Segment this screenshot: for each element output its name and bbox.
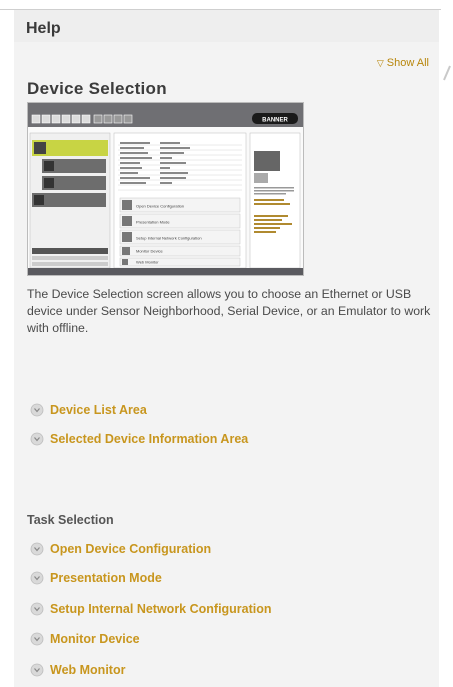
link-device-list-area[interactable]: Device List Area <box>30 401 147 419</box>
link-label: Setup Internal Network Configuration <box>50 602 272 616</box>
link-label: Web Monitor <box>50 663 126 677</box>
expand-bullet-icon <box>30 632 44 646</box>
expand-bullet-icon <box>30 663 44 677</box>
link-label: Selected Device Information Area <box>50 432 249 446</box>
shot-task-1: Open Device Configuration <box>136 204 184 209</box>
expand-bullet-icon <box>30 602 44 616</box>
section-title: Device Selection <box>27 79 167 98</box>
expand-bullet-icon <box>30 571 44 585</box>
triangle-down-icon: ▽ <box>376 58 384 68</box>
show-all-link[interactable]: ▽ Show All <box>377 57 429 69</box>
help-title: Help <box>26 20 61 37</box>
scroll-indicator-icon[interactable] <box>443 64 451 82</box>
link-setup-internal-network-configuration[interactable]: Setup Internal Network Configuration <box>30 600 272 618</box>
link-label: Monitor Device <box>50 632 140 646</box>
link-label: Open Device Configuration <box>50 542 212 556</box>
link-label: Presentation Mode <box>50 571 162 585</box>
device-selection-screenshot: BANNER Open Device Configuration Present… <box>27 102 304 276</box>
shot-task-5: Web Monitor <box>136 260 159 265</box>
link-web-monitor[interactable]: Web Monitor <box>30 661 125 679</box>
shot-task-4: Monitor Device <box>136 249 163 254</box>
device-selection-description: The Device Selection screen allows you t… <box>27 287 431 335</box>
scrollbar[interactable] <box>441 0 453 687</box>
link-selected-device-information-area[interactable]: Selected Device Information Area <box>30 430 248 448</box>
link-presentation-mode[interactable]: Presentation Mode <box>30 569 162 587</box>
banner-logo-text: BANNER <box>262 118 288 124</box>
task-selection-heading: Task Selection <box>27 513 114 527</box>
link-open-device-configuration[interactable]: Open Device Configuration <box>30 540 211 558</box>
link-monitor-device[interactable]: Monitor Device <box>30 630 140 648</box>
shot-task-2: Presentation Mode <box>136 220 170 225</box>
link-label: Device List Area <box>50 403 147 417</box>
help-header: Help <box>14 10 439 42</box>
show-all-label: Show All <box>386 57 429 69</box>
shot-task-3: Setup Internal Network Configuration <box>136 236 202 241</box>
expand-bullet-icon <box>30 542 44 556</box>
expand-bullet-icon <box>30 432 44 446</box>
expand-bullet-icon <box>30 403 44 417</box>
